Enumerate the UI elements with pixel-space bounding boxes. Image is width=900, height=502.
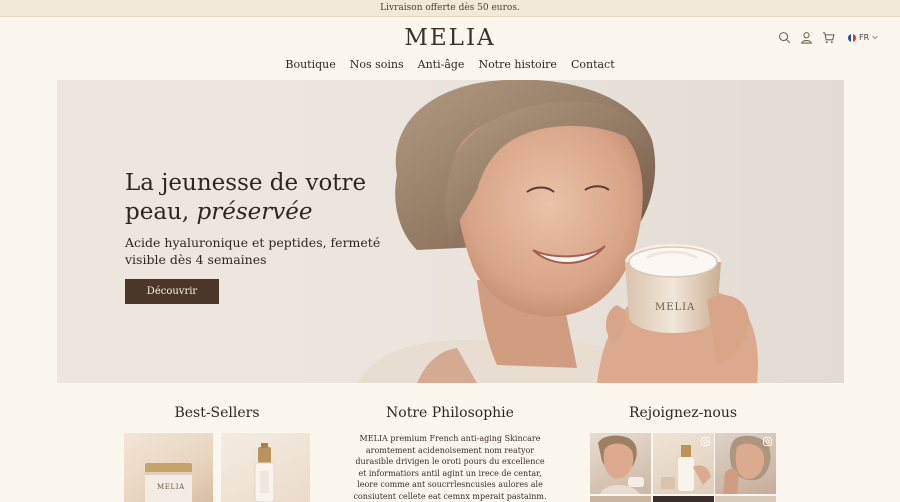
hero-title-emphasis: préservée — [196, 199, 313, 225]
instagram-post-1[interactable] — [590, 433, 651, 494]
philosophy-title: Notre Philosophie — [386, 405, 514, 421]
nav-item-boutique[interactable]: Boutique — [285, 58, 335, 71]
social-title: Rejoignez-nous — [628, 405, 738, 421]
instagram-post-1-image — [598, 435, 644, 494]
hero-title: La jeunesse de votre peau, préservée — [125, 169, 366, 227]
instagram-post-2[interactable] — [653, 433, 714, 494]
language-selector[interactable]: FR — [848, 33, 878, 42]
philosophy-text: MELIA premium French anti-aging Skincare… — [353, 434, 547, 501]
language-label: FR — [859, 33, 870, 42]
product-serum-image — [254, 443, 275, 502]
hero-image — [357, 80, 758, 383]
instagram-post-6[interactable] — [715, 496, 776, 502]
main-nav: Boutique Nos soins Anti-âge Notre histoi… — [0, 58, 900, 71]
product-cream-label: MELIA — [157, 483, 185, 491]
cream-jar — [625, 244, 721, 333]
search-icon[interactable] — [778, 31, 791, 44]
bestsellers-title: Best-Sellers — [174, 405, 260, 421]
instagram-post-4[interactable] — [590, 496, 651, 502]
nav-item-contact[interactable]: Contact — [571, 58, 615, 71]
instagram-icon — [701, 437, 710, 446]
cart-icon[interactable] — [822, 31, 835, 44]
instagram-post-5[interactable] — [653, 496, 714, 502]
header-actions: FR — [778, 31, 878, 44]
brand-logo[interactable]: MELIA — [0, 25, 900, 51]
hero-banner: MELIA La jeunesse de votre peau, préserv… — [57, 80, 844, 383]
hero-title-line1: La jeunesse de votre — [125, 170, 367, 196]
hero-title-line2-prefix: peau, — [125, 199, 197, 225]
promo-text: Livraison offerte dès 50 euros. — [380, 3, 520, 13]
france-flag-icon — [848, 33, 856, 42]
product-card-serum[interactable] — [221, 433, 310, 502]
instagram-post-3[interactable] — [715, 433, 776, 494]
promo-bar: Livraison offerte dès 50 euros. — [0, 0, 900, 17]
instagram-icon — [763, 437, 772, 446]
product-cream-image — [145, 463, 192, 502]
nav-item-anti-age[interactable]: Anti-âge — [418, 58, 465, 71]
hero-subtitle: Acide hyaluronique et peptides, fermeté … — [125, 235, 381, 267]
product-card-cream[interactable]: MELIA — [124, 433, 213, 502]
nav-item-notre-histoire[interactable]: Notre histoire — [478, 58, 557, 71]
jar-label: MELIA — [655, 302, 696, 313]
nav-item-nos-soins[interactable]: Nos soins — [350, 58, 404, 71]
chevron-down-icon — [872, 35, 878, 40]
discover-button[interactable]: Découvrir — [125, 279, 219, 304]
user-icon[interactable] — [800, 31, 813, 44]
